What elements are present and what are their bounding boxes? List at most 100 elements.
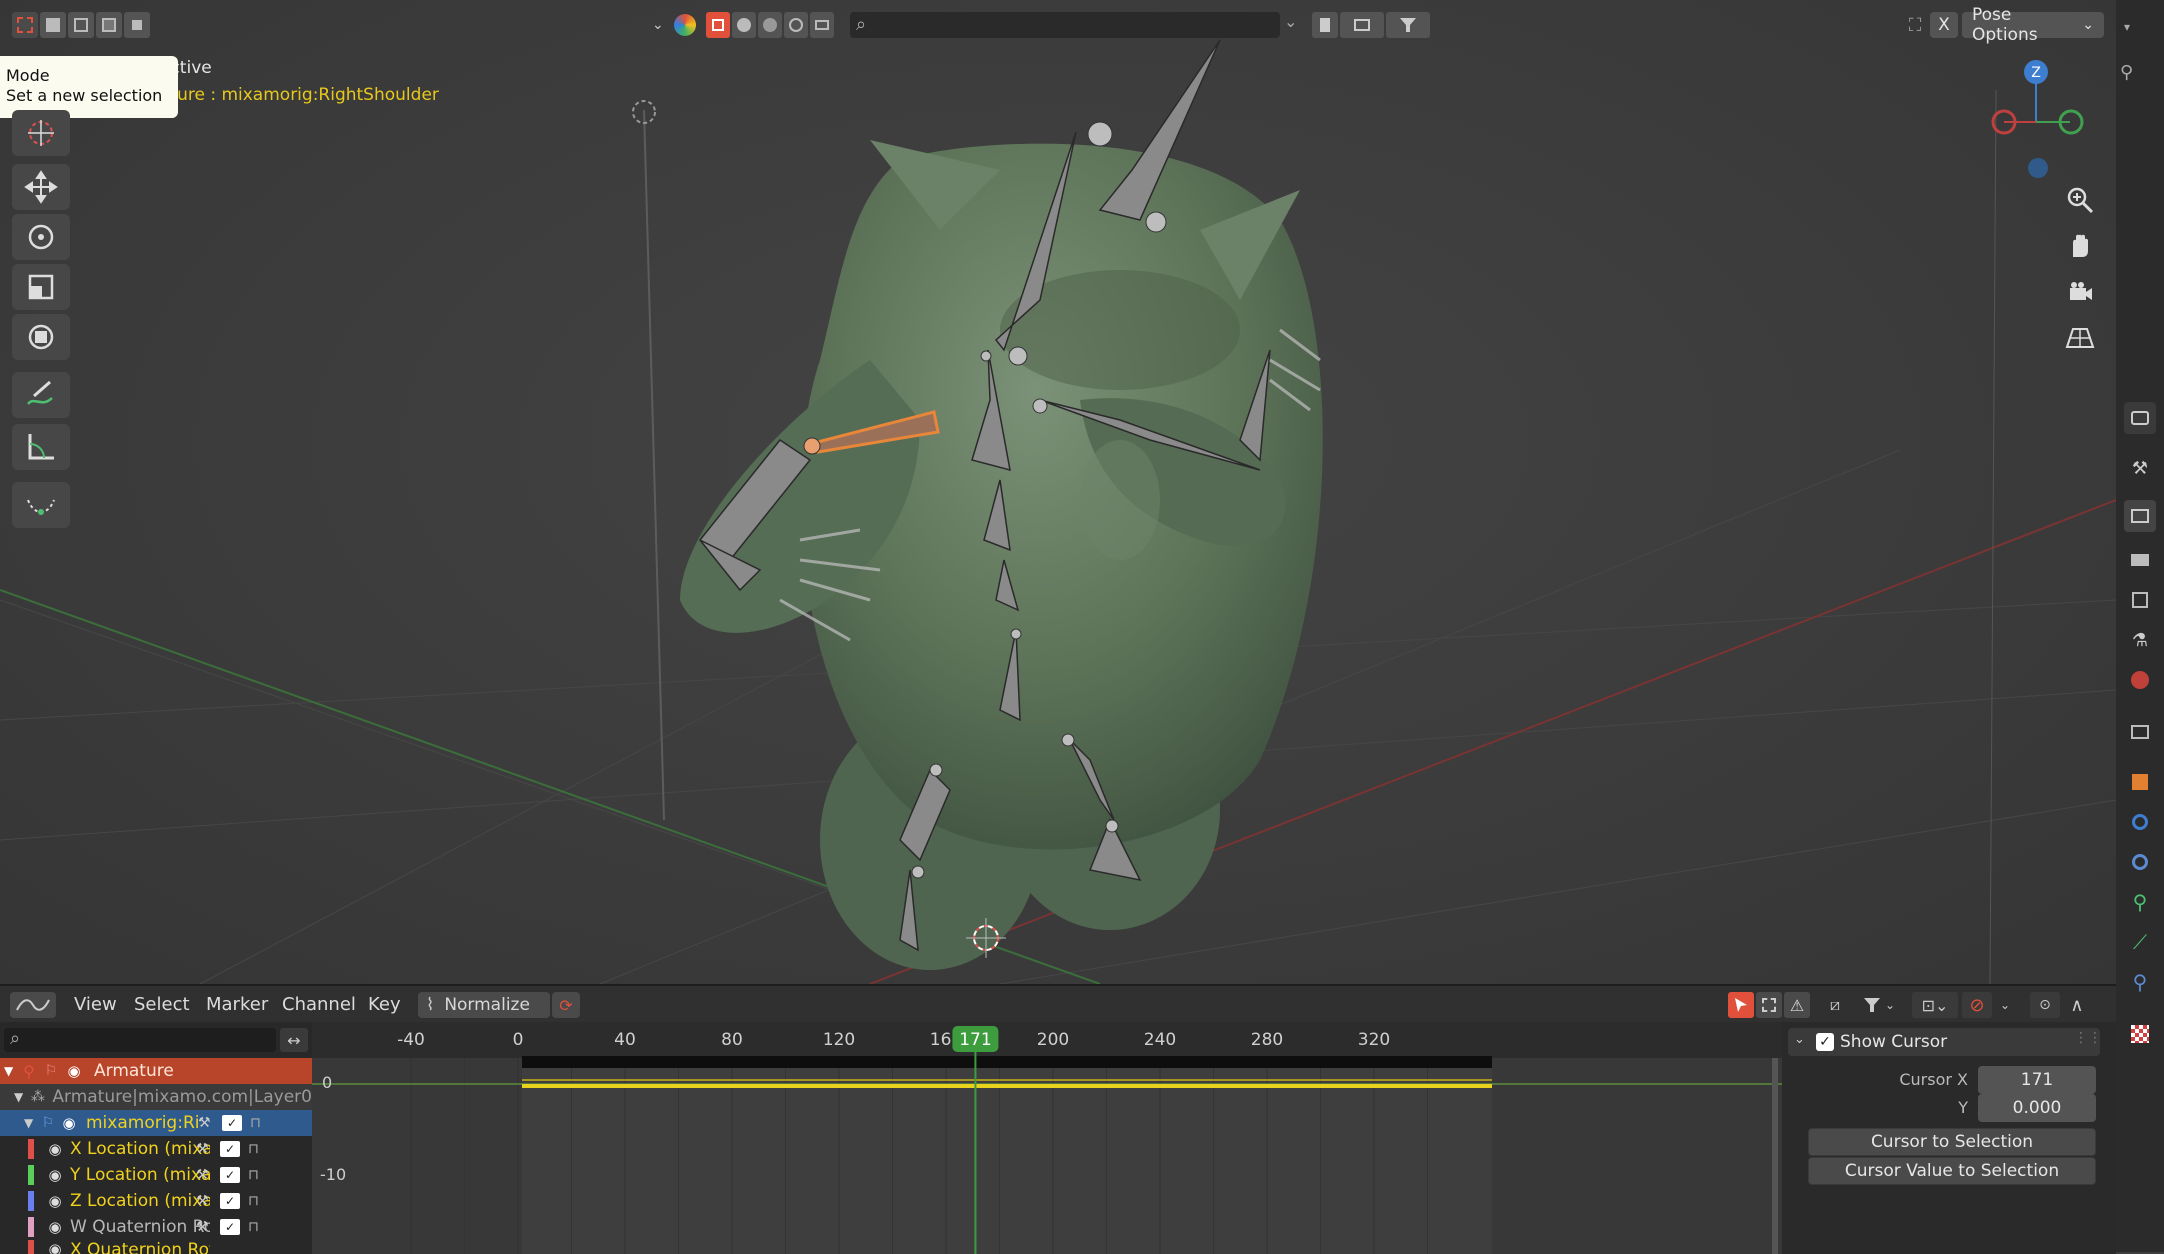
drag-handle-icon[interactable]: ⋮⋮ — [2074, 1030, 2102, 1046]
menu-marker[interactable]: Marker — [206, 994, 268, 1015]
dropdown-icon[interactable]: ⌄ — [1284, 12, 1310, 38]
world-tab-icon[interactable] — [2124, 664, 2156, 696]
wrench-icon[interactable]: ⚒ — [198, 1115, 216, 1131]
channel-x-location[interactable]: ◉ X Location (mixan ⚒ ✓ ⊓ — [0, 1136, 312, 1162]
expand-icon[interactable]: ▼ — [4, 1064, 18, 1078]
tool-settings-tab-icon[interactable] — [2124, 402, 2156, 434]
viewport-search-input[interactable]: ⌕ — [850, 12, 1280, 38]
checkbox-icon[interactable]: ✓ — [220, 1219, 240, 1235]
snap-icon[interactable]: ⛶ — [1900, 12, 1930, 38]
eye-icon[interactable]: ◉ — [44, 1192, 66, 1210]
scene-tab-icon[interactable]: ⚗ — [2124, 624, 2156, 656]
view-layer-tab-icon[interactable] — [2124, 584, 2156, 616]
view-sync-icon[interactable]: ⧄ — [1820, 992, 1850, 1018]
only-errors-icon[interactable]: ⚠ — [1784, 992, 1810, 1018]
cursor-value-to-selection-button[interactable]: Cursor Value to Selection — [1808, 1157, 2096, 1185]
camera-icon[interactable] — [2060, 272, 2100, 312]
proportional-edit-icon[interactable]: ⊙ — [2030, 992, 2060, 1018]
pose-mode-icon[interactable] — [706, 12, 730, 38]
pose-breakdown-tool-button[interactable] — [12, 482, 70, 528]
zoom-icon[interactable] — [2060, 180, 2100, 220]
lock-icon[interactable]: ⊓ — [248, 1193, 270, 1209]
rotate-tool-button[interactable] — [12, 214, 70, 260]
lock-icon[interactable]: ⊓ — [250, 1115, 272, 1131]
eye-icon[interactable]: ◉ — [44, 1166, 66, 1184]
swap-icon[interactable]: ↔ — [280, 1028, 308, 1052]
annotate-tool-button[interactable] — [12, 372, 70, 418]
select-new-icon[interactable] — [12, 12, 38, 38]
select-subtract-icon[interactable] — [68, 12, 94, 38]
cursor-tool-button[interactable] — [12, 110, 70, 156]
only-selected-icon[interactable] — [1728, 992, 1754, 1018]
pin-icon[interactable]: ⚐ — [38, 1115, 58, 1131]
falloff-curve-icon[interactable]: ∧ — [2062, 992, 2092, 1018]
armature-pose-icon[interactable]: ⚲ — [2120, 62, 2160, 92]
bone-tab-icon[interactable]: ⟋ — [2124, 926, 2156, 958]
armature-bones[interactable] — [0, 0, 2116, 984]
eye-icon[interactable]: ◉ — [44, 1140, 66, 1158]
material-shading-icon[interactable] — [758, 12, 782, 38]
checkbox-icon[interactable]: ✓ — [220, 1167, 240, 1183]
move-tool-button[interactable] — [12, 164, 70, 210]
pivot-point-dropdown[interactable]: ⊡⌄ — [1912, 992, 1958, 1018]
editor-type-icon[interactable] — [10, 992, 56, 1018]
tool-tab-icon[interactable]: ⚒ — [2124, 452, 2156, 484]
lock-icon[interactable]: ⊓ — [248, 1167, 270, 1183]
hand-pan-icon[interactable] — [2060, 226, 2100, 266]
pose-options-dropdown[interactable]: Pose Options ⌄ — [1962, 5, 2104, 45]
channel-y-location[interactable]: ◉ Y Location (mixan ⚒ ✓ ⊓ — [0, 1162, 312, 1188]
graph-area[interactable]: -40 0 40 80 120 160 200 240 280 320 0 -10 171 — [312, 1022, 1782, 1254]
grid-view-icon[interactable] — [2060, 318, 2100, 358]
scale-tool-button[interactable] — [12, 264, 70, 310]
filter-icon[interactable] — [1386, 12, 1430, 38]
select-intersect-icon[interactable] — [124, 12, 150, 38]
collapse-icon[interactable]: ⌄ — [1794, 1032, 1805, 1047]
navigation-gizmo[interactable]: Z — [1980, 56, 2100, 186]
show-hidden-icon[interactable] — [1756, 992, 1782, 1018]
collection-tab-icon[interactable] — [2124, 716, 2156, 748]
overlay-icon[interactable] — [674, 14, 696, 36]
output-tab-icon[interactable] — [2124, 544, 2156, 576]
physics-tab-icon[interactable] — [2124, 806, 2156, 838]
channel-w-quaternion[interactable]: ◉ W Quaternion Rot ⚒ ✓ ⊓ — [0, 1214, 312, 1240]
wrench-icon[interactable]: ⚒ — [196, 1219, 214, 1235]
wrench-icon[interactable]: ⚒ — [196, 1167, 214, 1183]
channel-action[interactable]: ▼ ⁂ Armature|mixamo.com|Layer0 — [0, 1084, 312, 1110]
checkbox-icon[interactable]: ✓ — [222, 1115, 242, 1131]
armature-data-tab-icon[interactable]: ⚲ — [2124, 886, 2156, 918]
snap-dropdown-icon[interactable]: ⌄ — [1994, 992, 2016, 1018]
expand-icon[interactable]: ▼ — [24, 1116, 38, 1130]
show-cursor-panel-header[interactable]: ⌄ ✓ Show Cursor ⋮⋮ — [1788, 1028, 2102, 1056]
collection-icon[interactable] — [810, 12, 834, 38]
show-cursor-checkbox[interactable]: ✓ — [1816, 1033, 1834, 1051]
rendered-shading-icon[interactable] — [784, 12, 808, 38]
snap-toggle-icon[interactable]: ⊘ — [1962, 992, 1992, 1018]
close-button[interactable]: X — [1930, 12, 1958, 38]
graph-canvas[interactable]: -40 0 40 80 120 160 200 240 280 320 0-10 171 — [312, 1022, 1782, 1254]
select-extend-icon[interactable] — [40, 12, 66, 38]
measure-tool-button[interactable] — [12, 424, 70, 470]
display-mode-icon[interactable] — [1340, 12, 1384, 38]
eye-icon[interactable]: ◉ — [58, 1114, 80, 1132]
wrench-icon[interactable]: ⚒ — [196, 1193, 214, 1209]
eye-icon[interactable]: ◉ — [44, 1218, 66, 1236]
expand-arrow-icon[interactable]: ▾ — [2124, 20, 2156, 40]
normalize-toggle[interactable]: ⌇ Normalize — [418, 992, 550, 1018]
checkbox-icon[interactable]: ✓ — [220, 1141, 240, 1157]
auto-normalize-icon[interactable]: ⟳ — [552, 992, 580, 1018]
chevron-down-icon[interactable]: ⌄ — [652, 12, 672, 38]
menu-select[interactable]: Select — [134, 994, 190, 1015]
expand-icon[interactable]: ▼ — [14, 1090, 27, 1104]
bookmark-icon[interactable] — [1312, 12, 1338, 38]
menu-view[interactable]: View — [74, 994, 117, 1015]
checkbox-icon[interactable]: ✓ — [220, 1193, 240, 1209]
object-tab-icon[interactable] — [2124, 766, 2156, 798]
3d-viewport[interactable]: ⌄ ⌕ ⌄ ⛶ X Pose Options ⌄ ective ature : … — [0, 0, 2116, 984]
solid-shading-icon[interactable] — [732, 12, 756, 38]
bone-constraints-tab-icon[interactable]: ⚲ — [2124, 966, 2156, 998]
eye-icon[interactable]: ◉ — [62, 1062, 86, 1080]
constraints-tab-icon[interactable] — [2124, 846, 2156, 878]
cursor-to-selection-button[interactable]: Cursor to Selection — [1808, 1128, 2096, 1156]
lock-icon[interactable]: ⊓ — [248, 1219, 270, 1235]
wrench-icon[interactable]: ⚒ — [196, 1141, 214, 1157]
